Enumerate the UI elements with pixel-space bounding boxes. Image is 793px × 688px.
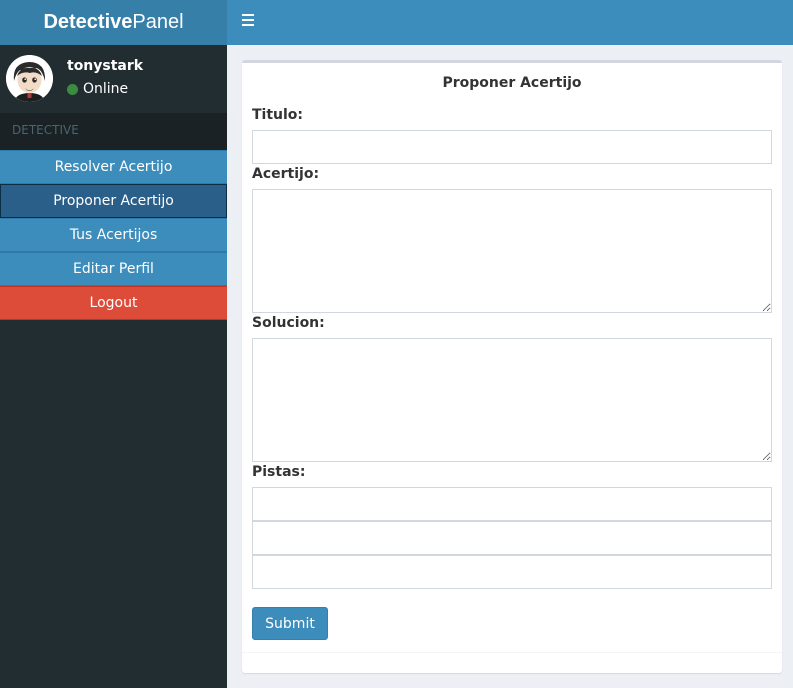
sidebar: Detective Panel tonystark Online DETECTI… — [0, 0, 227, 688]
user-panel: tonystark Online — [0, 45, 227, 113]
pistas-label: Pistas: — [252, 464, 306, 480]
hamburger-icon[interactable] — [242, 14, 254, 26]
pista-input-3[interactable] — [252, 555, 772, 589]
avatar — [6, 55, 53, 102]
solucion-label: Solucion: — [252, 315, 325, 331]
propose-riddle-form-box: Proponer Acertijo Titulo: Acertijo: Solu… — [242, 60, 782, 673]
form-title: Proponer Acertijo — [442, 75, 582, 91]
pista-input-1[interactable] — [252, 487, 772, 521]
brand-name-bold: Detective — [43, 11, 133, 33]
user-status: Online — [67, 81, 128, 97]
pista-input-2[interactable] — [252, 521, 772, 555]
box-footer-divider — [242, 652, 782, 654]
user-name: tonystark — [67, 58, 144, 74]
titulo-label: Titulo: — [252, 107, 304, 123]
sidebar-item-editar-perfil[interactable]: Editar Perfil — [0, 252, 227, 286]
top-navbar — [227, 0, 793, 45]
sidebar-item-proponer-acertijo[interactable]: Proponer Acertijo — [0, 184, 227, 218]
brand-logo[interactable]: Detective Panel — [0, 0, 227, 45]
submit-button[interactable]: Submit — [252, 607, 328, 640]
sidebar-item-resolver-acertijo[interactable]: Resolver Acertijo — [0, 150, 227, 184]
titulo-input[interactable] — [252, 130, 772, 164]
user-status-label: Online — [83, 81, 129, 97]
brand-name-light: Panel — [132, 11, 184, 33]
main-content: Proponer Acertijo Titulo: Acertijo: Solu… — [227, 45, 793, 688]
sidebar-section-header: DETECTIVE — [0, 113, 227, 150]
online-status-icon — [67, 83, 78, 95]
sidebar-menu: Resolver Acertijo Proponer Acertijo Tus … — [0, 150, 227, 320]
solucion-textarea[interactable] — [252, 338, 772, 462]
sidebar-item-logout[interactable]: Logout — [0, 286, 227, 320]
acertijo-label: Acertijo: — [252, 166, 320, 182]
app: Detective Panel tonystark Online DETECTI… — [0, 0, 793, 688]
sidebar-item-tus-acertijos[interactable]: Tus Acertijos — [0, 218, 227, 252]
acertijo-textarea[interactable] — [252, 189, 772, 313]
